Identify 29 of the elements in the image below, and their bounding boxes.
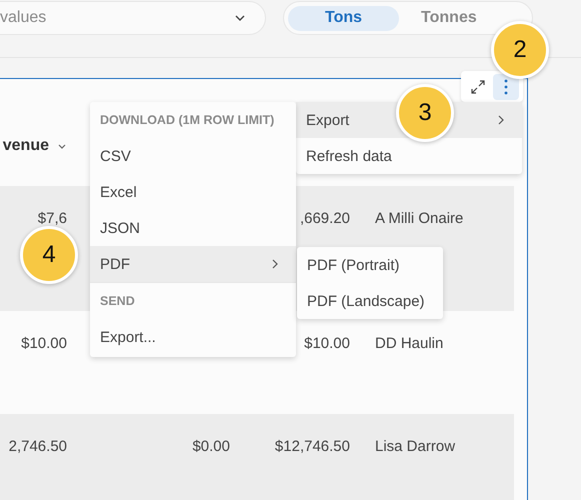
amount-cell: $10.00 (304, 335, 350, 352)
chevron-right-icon (272, 259, 278, 269)
amount-cell: ,669.20 (300, 210, 350, 227)
name-cell: Lisa Darrow (375, 438, 456, 455)
menu-item[interactable]: PDF (Portrait) (297, 247, 443, 283)
step-badge: 2 (491, 21, 549, 79)
name-cell: DD Haulin (375, 335, 444, 352)
menu-item[interactable]: CSV (90, 138, 296, 174)
menu-section-header: DOWNLOAD (1M ROW LIMIT) (99, 112, 276, 129)
revenue-cell: $7,6 (38, 210, 67, 227)
menu-item[interactable]: Excel (90, 174, 296, 210)
more-vertical-icon (504, 78, 508, 94)
menu-section-header: SEND (99, 293, 136, 310)
menu-item[interactable]: PDF (Landscape) (297, 283, 443, 319)
column-header[interactable]: venue (2, 137, 49, 155)
chevron-right-icon (498, 115, 504, 125)
unit-tab[interactable]: Tons (288, 6, 400, 30)
revenue-cell: $10.00 (21, 335, 67, 352)
menu-item[interactable]: PDF (90, 246, 296, 282)
filter-value: values (0, 9, 46, 27)
menu-item[interactable]: JSON (90, 210, 296, 246)
amount-cell: $12,746.50 (274, 438, 350, 455)
expand-icon (471, 80, 485, 94)
sort-chevron-icon (58, 144, 66, 148)
chevron-down-icon (235, 15, 245, 21)
revenue-cell: 2,746.50 (8, 438, 67, 455)
amount-cell: $0.00 (192, 438, 230, 455)
menu-item[interactable]: Export... (90, 319, 296, 355)
name-cell: A Milli Onaire (375, 210, 464, 227)
